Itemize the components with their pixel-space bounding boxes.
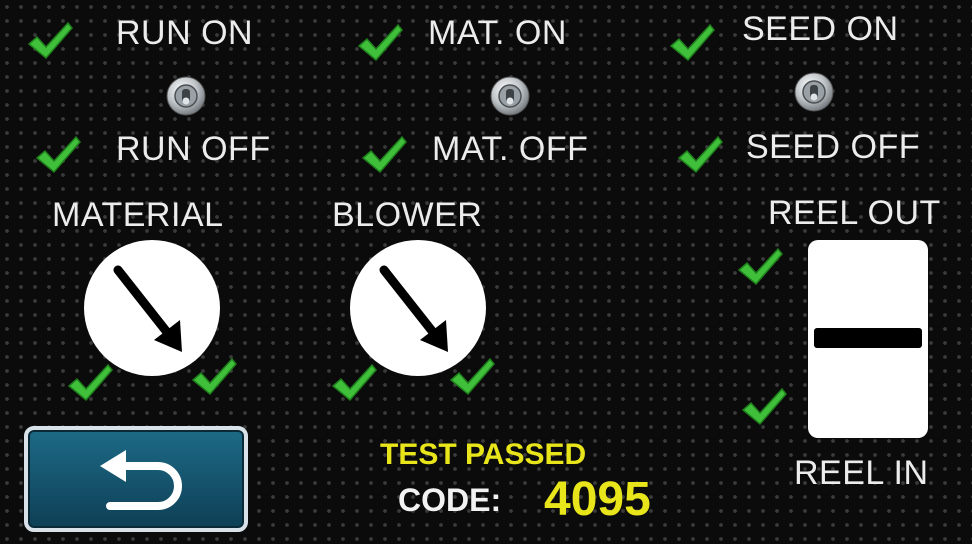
mat-off-label: MAT. OFF [432, 130, 589, 168]
seed-off-check-icon [676, 134, 724, 174]
seed-off-label: SEED OFF [746, 128, 921, 166]
mat-on-label: MAT. ON [428, 14, 567, 52]
reel-rocker-switch[interactable] [808, 240, 928, 438]
run-on-check-icon [26, 20, 74, 60]
blower-min-check-icon [330, 362, 378, 402]
seed-toggle-switch[interactable] [794, 72, 834, 112]
test-result-text: TEST PASSED [380, 438, 587, 471]
reel-out-label: REEL OUT [768, 194, 941, 232]
reel-in-label: REEL IN [794, 454, 929, 492]
material-min-check-icon [66, 362, 114, 402]
run-off-label: RUN OFF [116, 130, 271, 168]
material-label: MATERIAL [52, 196, 224, 234]
material-max-check-icon [190, 356, 238, 396]
reel-rocker-bar [814, 328, 922, 348]
code-label: CODE: [398, 482, 502, 518]
seed-on-label: SEED ON [742, 10, 899, 48]
mat-on-check-icon [356, 22, 404, 62]
blower-max-check-icon [448, 356, 496, 396]
run-toggle-switch[interactable] [166, 76, 206, 116]
blower-label: BLOWER [332, 196, 483, 234]
reel-in-check-icon [740, 386, 788, 426]
reel-out-check-icon [736, 246, 784, 286]
back-arrow-icon [100, 450, 182, 510]
seed-on-check-icon [668, 22, 716, 62]
run-on-label: RUN ON [116, 14, 254, 52]
run-off-check-icon [34, 134, 82, 174]
mat-off-check-icon [360, 134, 408, 174]
mat-toggle-switch[interactable] [490, 76, 530, 116]
code-value: 4095 [544, 473, 651, 526]
back-button[interactable] [24, 426, 248, 532]
